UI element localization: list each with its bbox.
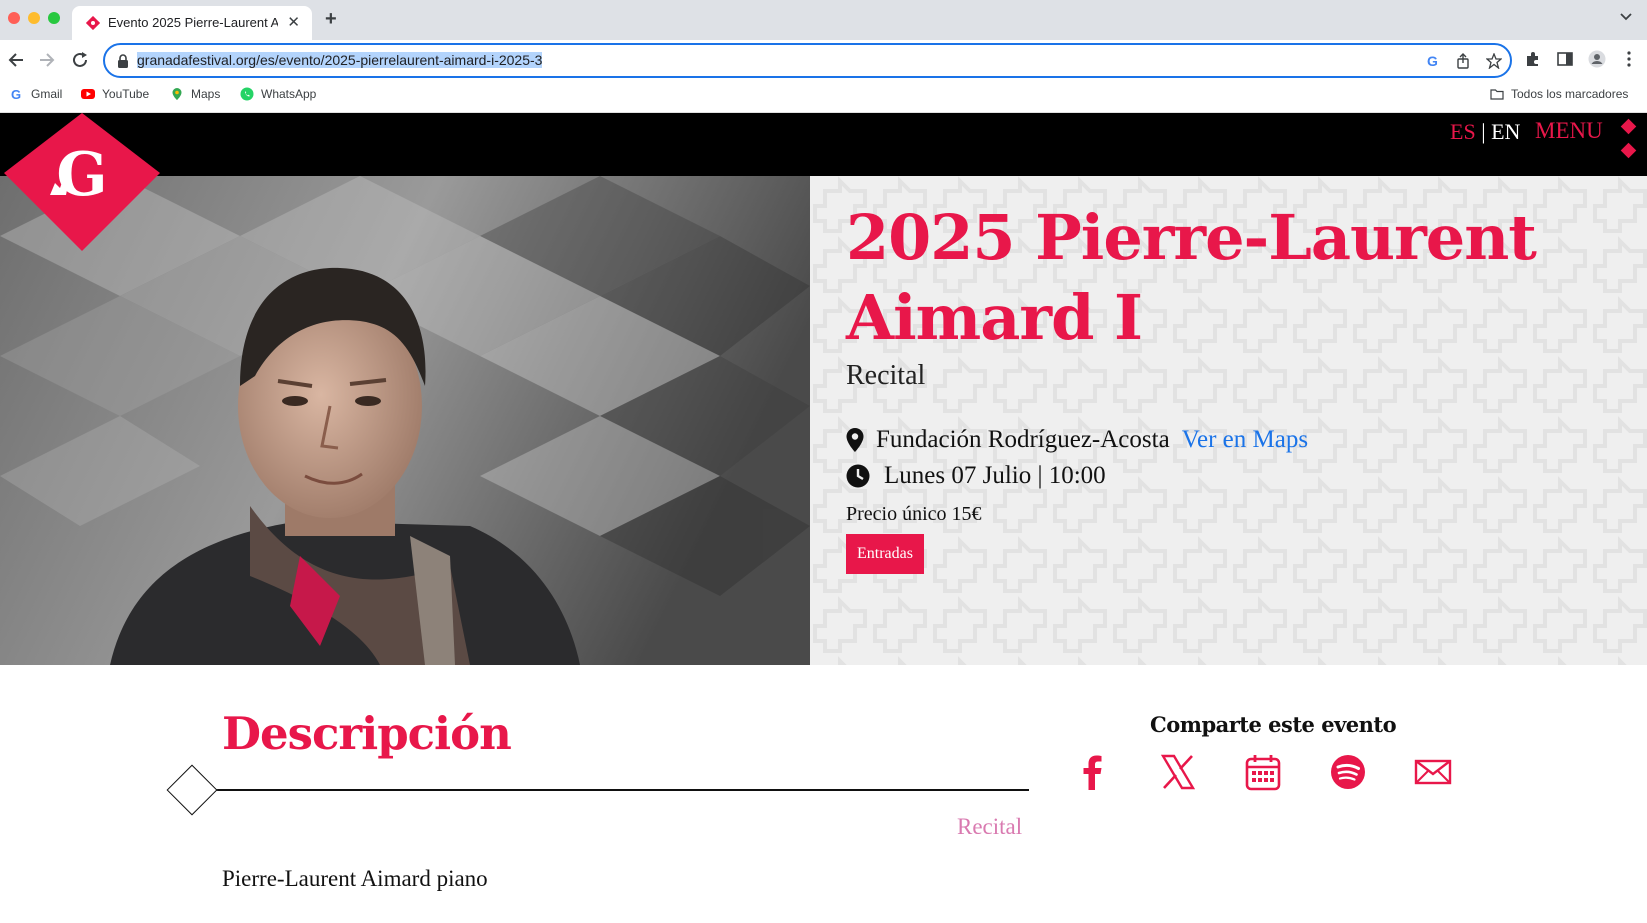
clock-icon — [846, 464, 870, 488]
location-pin-icon — [846, 428, 864, 452]
folder-icon — [1490, 89, 1504, 100]
calendar-icon[interactable] — [1243, 752, 1283, 792]
lang-en-link[interactable]: EN — [1491, 119, 1520, 144]
google-translate-icon[interactable]: G — [1425, 53, 1441, 69]
event-datetime: Lunes 07 Julio | 10:00 — [884, 462, 1106, 489]
browser-tab-bar: Evento 2025 Pierre-Laurent Ai ✕ + — [0, 0, 1647, 40]
share-page-icon[interactable] — [1455, 53, 1471, 69]
description-heading: Descripción — [222, 707, 512, 760]
reload-icon[interactable] — [70, 50, 90, 70]
event-title: 2025 Pierre-Laurent Aimard I — [846, 201, 1537, 354]
section-divider — [190, 789, 1029, 791]
datetime-row: Lunes 07 Julio | 10:00 — [846, 462, 1106, 490]
url-text[interactable]: granadafestival.org/es/evento/2025-pierr… — [137, 52, 543, 68]
event-type: Recital — [846, 360, 926, 391]
close-window-button[interactable] — [8, 12, 20, 24]
svg-text:G: G — [1427, 53, 1438, 69]
venue-name: Fundación Rodríguez-Acosta — [876, 426, 1170, 453]
granada-festival-logo[interactable]: G — [0, 113, 165, 253]
tickets-button[interactable]: Entradas — [846, 534, 924, 574]
spotify-icon[interactable] — [1328, 752, 1368, 792]
tab-close-icon[interactable]: ✕ — [287, 13, 300, 31]
svg-text:G: G — [56, 140, 107, 210]
performer-line: Pierre-Laurent Aimard piano — [222, 866, 488, 891]
new-tab-button[interactable]: + — [325, 8, 337, 31]
browser-toolbar: granadafestival.org/es/evento/2025-pierr… — [0, 40, 1647, 80]
maps-link[interactable]: Ver en Maps — [1182, 426, 1308, 454]
language-switcher: ES | EN — [1450, 119, 1520, 145]
whatsapp-icon — [240, 87, 254, 101]
bookmark-youtube[interactable]: YouTube — [81, 87, 149, 101]
youtube-icon — [81, 89, 95, 99]
event-info-panel: 2025 Pierre-Laurent Aimard I Recital Fun… — [810, 176, 1647, 665]
bookmark-whatsapp[interactable]: WhatsApp — [240, 87, 316, 101]
site-header: ES | EN MENU — [0, 113, 1647, 176]
site-favicon-icon — [86, 16, 100, 30]
share-heading: Comparte este evento — [1150, 712, 1397, 737]
menu-diamond-icon-lower[interactable] — [1620, 142, 1637, 159]
minimize-window-button[interactable] — [28, 12, 40, 24]
maximize-window-button[interactable] — [48, 12, 60, 24]
facebook-icon[interactable] — [1073, 752, 1113, 792]
all-bookmarks-folder[interactable]: Todos los marcadores — [1490, 87, 1628, 101]
side-panel-icon[interactable] — [1556, 50, 1574, 68]
bookmarks-bar: G Gmail YouTube Maps WhatsApp Todos los … — [0, 80, 1647, 113]
browser-menu-icon[interactable] — [1620, 50, 1638, 68]
tab-list-chevron-icon[interactable] — [1619, 10, 1633, 24]
extensions-icon[interactable] — [1524, 50, 1542, 68]
x-icon[interactable] — [1158, 752, 1198, 792]
maps-icon — [172, 88, 182, 100]
bookmark-star-icon[interactable] — [1486, 53, 1502, 69]
address-bar[interactable]: granadafestival.org/es/evento/2025-pierr… — [103, 43, 1512, 78]
bookmark-gmail[interactable]: G Gmail — [10, 87, 62, 101]
lang-separator: | — [1475, 119, 1492, 144]
menu-diamond-icon[interactable] — [1620, 118, 1637, 135]
price-text: Precio único 15€ — [846, 503, 982, 525]
divider-diamond-icon — [166, 764, 218, 816]
browser-tab-active[interactable]: Evento 2025 Pierre-Laurent Ai ✕ — [72, 6, 312, 40]
bookmark-maps[interactable]: Maps — [170, 87, 220, 101]
back-icon[interactable] — [6, 50, 26, 70]
mail-icon[interactable] — [1413, 752, 1453, 792]
lock-icon[interactable] — [117, 54, 129, 68]
tab-title: Evento 2025 Pierre-Laurent Ai — [108, 15, 278, 30]
profile-avatar-icon[interactable] — [1588, 50, 1606, 68]
forward-icon[interactable] — [37, 50, 57, 70]
menu-button[interactable]: MENU — [1535, 118, 1603, 144]
svg-text:G: G — [11, 87, 21, 101]
venue-row: Fundación Rodríguez-Acosta Ver en Maps — [846, 426, 1308, 454]
gmail-icon: G — [11, 87, 21, 101]
lang-es-link[interactable]: ES — [1450, 119, 1476, 144]
category-tag[interactable]: Recital — [957, 814, 1022, 840]
